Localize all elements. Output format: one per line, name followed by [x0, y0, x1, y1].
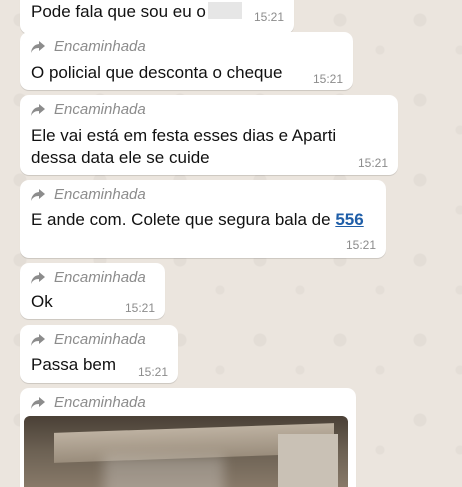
message-time: 15:21	[357, 156, 388, 170]
message-time: 15:21	[137, 365, 168, 379]
message-bubble[interactable]: Encaminhada	[20, 388, 356, 487]
message-time: 15:21	[345, 238, 376, 252]
forwarded-label: Encaminhada	[30, 269, 146, 286]
message-text: Ok	[31, 292, 53, 311]
forwarded-text: Encaminhada	[54, 101, 146, 118]
phone-link[interactable]: 556	[335, 210, 363, 229]
forwarded-text: Encaminhada	[54, 394, 146, 411]
forwarded-label: Encaminhada	[30, 331, 146, 348]
message-bubble[interactable]: Pode fala que sou eu o 15:21	[20, 0, 294, 34]
forward-arrow-icon	[31, 40, 45, 53]
message-time: 15:21	[312, 72, 343, 86]
forwarded-label: Encaminhada	[30, 394, 146, 411]
forwarded-label: Encaminhada	[30, 38, 146, 55]
photo-attachment[interactable]	[24, 416, 348, 487]
message-time: 15:21	[253, 10, 284, 24]
forward-arrow-icon	[31, 271, 45, 284]
forwarded-text: Encaminhada	[54, 269, 146, 286]
forward-arrow-icon	[31, 396, 45, 409]
forwarded-label: Encaminhada	[30, 186, 146, 203]
forward-arrow-icon	[31, 333, 45, 346]
forwarded-text: Encaminhada	[54, 331, 146, 348]
forward-arrow-icon	[31, 188, 45, 201]
message-text: E ande com. Colete que segura bala de	[31, 210, 336, 229]
message-bubble[interactable]: Encaminhada Ok 15:21	[20, 263, 165, 319]
message-bubble[interactable]: Encaminhada O policial que desconta o ch…	[20, 32, 353, 90]
message-text: Pode fala que sou eu o	[31, 2, 206, 21]
forwarded-text: Encaminhada	[54, 38, 146, 55]
message-bubble[interactable]: Encaminhada Ele vai está em festa esses …	[20, 95, 398, 175]
forwarded-label: Encaminhada	[30, 101, 146, 118]
redacted-name	[207, 2, 242, 19]
message-text-line-1: Ele vai está em festa esses dias e Apart…	[31, 126, 337, 145]
message-text: O policial que desconta o cheque	[31, 63, 283, 82]
message-time: 15:21	[124, 301, 155, 315]
forwarded-text: Encaminhada	[54, 186, 146, 203]
message-text-line-2: dessa data ele se cuide	[31, 148, 210, 167]
forward-arrow-icon	[31, 103, 45, 116]
message-bubble[interactable]: Encaminhada E ande com. Colete que segur…	[20, 180, 386, 258]
message-text: Passa bem	[31, 355, 117, 374]
message-bubble[interactable]: Encaminhada Passa bem 15:21	[20, 325, 178, 383]
